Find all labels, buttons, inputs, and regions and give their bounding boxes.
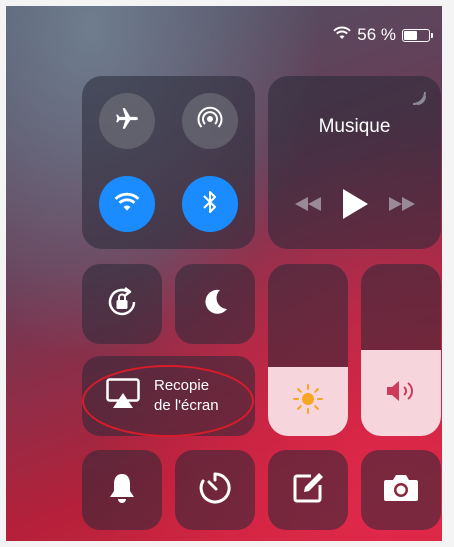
alarm-bell-button[interactable] xyxy=(82,450,162,530)
airplane-mode-button[interactable] xyxy=(99,93,155,149)
airdrop-button[interactable] xyxy=(182,93,238,149)
moon-icon xyxy=(200,287,230,322)
orientation-lock-icon xyxy=(104,284,140,325)
orientation-lock-button[interactable] xyxy=(82,264,162,344)
brightness-level xyxy=(268,367,348,436)
wifi-icon xyxy=(114,192,140,217)
connectivity-module xyxy=(82,76,255,249)
airdrop-icon xyxy=(196,105,224,138)
brightness-slider[interactable] xyxy=(268,264,348,436)
notes-icon xyxy=(291,471,325,510)
wifi-button[interactable] xyxy=(99,176,155,232)
fast-forward-icon[interactable] xyxy=(387,196,417,217)
timer-button[interactable] xyxy=(175,450,255,530)
battery-icon xyxy=(402,28,433,42)
music-module[interactable]: Musique xyxy=(268,76,441,249)
do-not-disturb-button[interactable] xyxy=(175,264,255,344)
volume-level xyxy=(361,350,441,436)
play-icon[interactable] xyxy=(341,188,369,225)
bluetooth-icon xyxy=(201,189,219,220)
status-bar: 56 % xyxy=(333,25,433,45)
bell-icon xyxy=(108,472,136,509)
battery-percentage: 56 % xyxy=(357,25,396,44)
music-title: Musique xyxy=(318,116,391,137)
timer-icon xyxy=(198,471,232,510)
notes-button[interactable] xyxy=(268,450,348,530)
volume-slider[interactable] xyxy=(361,264,441,436)
speaker-icon xyxy=(384,379,418,408)
sun-icon xyxy=(292,383,324,420)
highlight-ellipse xyxy=(82,365,254,437)
rewind-icon[interactable] xyxy=(293,196,323,217)
airplay-audio-icon[interactable] xyxy=(411,90,427,111)
wifi-status-icon xyxy=(333,25,351,45)
bluetooth-button[interactable] xyxy=(182,176,238,232)
airplane-icon xyxy=(114,106,140,137)
camera-icon xyxy=(382,473,420,508)
camera-button[interactable] xyxy=(361,450,441,530)
